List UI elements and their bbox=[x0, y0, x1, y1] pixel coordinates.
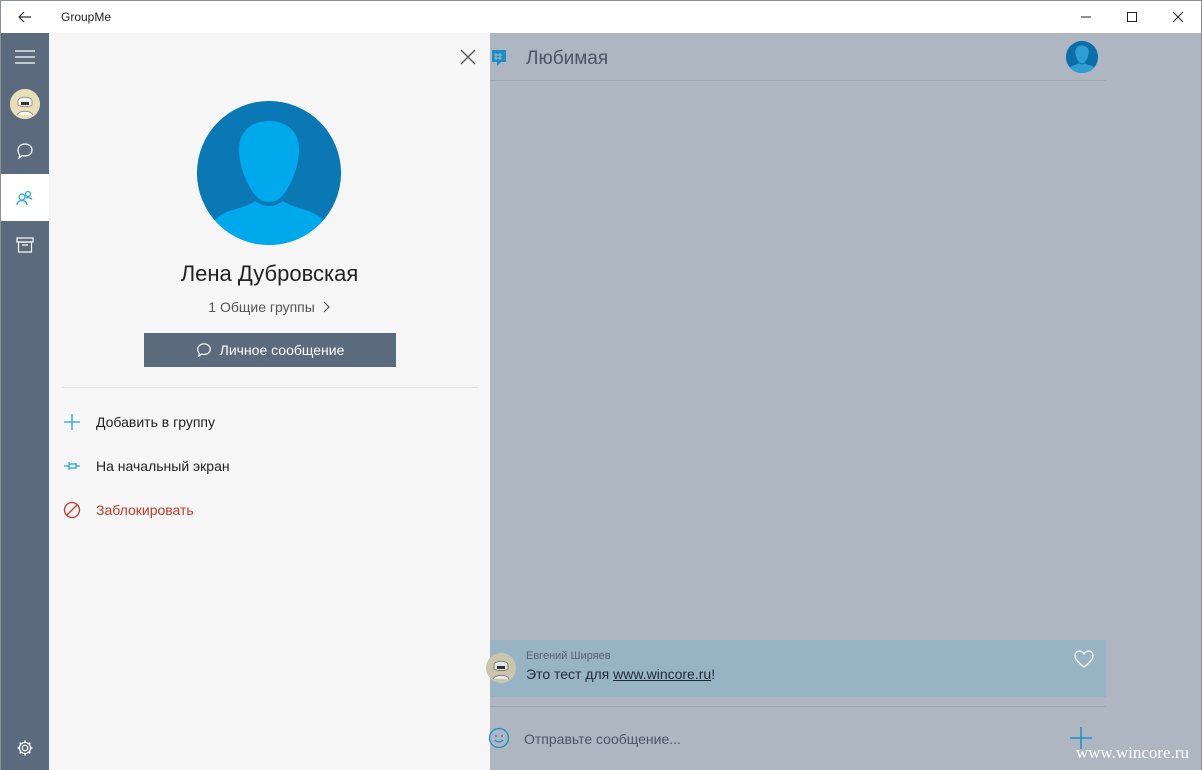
minimize-button[interactable] bbox=[1063, 1, 1109, 33]
menu-button[interactable] bbox=[1, 33, 49, 80]
back-arrow-icon bbox=[18, 11, 31, 23]
block-user-action[interactable]: Заблокировать bbox=[62, 498, 194, 522]
heart-icon bbox=[1074, 650, 1094, 668]
hamburger-icon bbox=[15, 49, 35, 64]
close-icon bbox=[1173, 12, 1183, 22]
chat-avatar[interactable] bbox=[1066, 41, 1098, 73]
direct-message-button[interactable]: Личное сообщение bbox=[144, 333, 396, 367]
common-groups-label: 1 Общие группы bbox=[208, 299, 315, 315]
emoji-icon bbox=[488, 727, 510, 749]
profile-avatar bbox=[197, 101, 341, 245]
avatar bbox=[486, 648, 516, 688]
profile-panel: Лена Дубровская 1 Общие группы Личное со… bbox=[49, 33, 490, 770]
archive-button[interactable] bbox=[1, 221, 49, 268]
contacts-button[interactable] bbox=[1, 174, 49, 221]
message-input[interactable]: Отправьте сообщение... bbox=[524, 731, 681, 747]
pin-to-start-label: На начальный экран bbox=[96, 458, 230, 474]
pin-to-start-action[interactable]: На начальный экран bbox=[62, 454, 230, 478]
chevron-right-icon bbox=[323, 301, 330, 313]
title-bar: GroupMe bbox=[1, 1, 1201, 33]
group-chat-icon bbox=[492, 50, 506, 66]
message-text: Это тест для www.wincore.ru! bbox=[526, 666, 715, 682]
direct-message-label: Личное сообщение bbox=[219, 342, 345, 358]
contacts-icon bbox=[16, 190, 33, 205]
plus-icon bbox=[62, 412, 82, 432]
maximize-icon bbox=[1127, 12, 1137, 22]
nav-rail bbox=[1, 33, 49, 770]
close-panel-button[interactable] bbox=[456, 45, 480, 69]
message-text-prefix: Это тест для bbox=[526, 666, 614, 682]
message-author: Евгений Ширяев bbox=[526, 650, 611, 662]
maximize-button[interactable] bbox=[1109, 1, 1155, 33]
divider bbox=[490, 706, 1106, 707]
archive-icon bbox=[16, 236, 34, 253]
profile-name: Лена Дубровская bbox=[180, 261, 359, 286]
chat-bubble-icon bbox=[17, 142, 33, 159]
message-text-suffix: ! bbox=[711, 666, 716, 682]
window-controls bbox=[1063, 1, 1201, 33]
gear-icon bbox=[17, 740, 33, 755]
emoji-button[interactable] bbox=[488, 727, 510, 754]
add-to-group-label: Добавить в группу bbox=[96, 414, 215, 430]
block-icon bbox=[62, 500, 82, 520]
close-icon bbox=[460, 49, 476, 65]
back-button[interactable] bbox=[1, 1, 49, 33]
chat-bubble-icon bbox=[196, 343, 211, 358]
message-item[interactable]: Евгений Ширяев Это тест для www.wincore.… bbox=[486, 640, 1106, 697]
message-link[interactable]: www.wincore.ru bbox=[613, 666, 711, 682]
chats-button[interactable] bbox=[1, 127, 49, 174]
chat-title: Любимая bbox=[526, 48, 609, 69]
chat-area: Любимая Евгений Ширяев Это тест для www.… bbox=[486, 33, 1201, 770]
chat-header: Любимая bbox=[490, 33, 1106, 81]
avatar bbox=[10, 88, 40, 119]
my-profile-button[interactable] bbox=[1, 80, 49, 127]
add-to-group-action[interactable]: Добавить в группу bbox=[62, 410, 215, 434]
watermark: www.wincore.ru bbox=[1075, 743, 1189, 762]
window-title: GroupMe bbox=[61, 10, 112, 24]
close-window-button[interactable] bbox=[1155, 1, 1201, 33]
like-button[interactable] bbox=[1074, 650, 1094, 673]
pin-icon bbox=[62, 456, 82, 476]
settings-button[interactable] bbox=[1, 724, 49, 770]
divider bbox=[62, 387, 478, 388]
app-window: GroupMe Лена Дубровская 1 Общие группы Л… bbox=[0, 0, 1202, 770]
block-user-label: Заблокировать bbox=[96, 502, 194, 518]
common-groups-link[interactable]: 1 Общие группы bbox=[49, 299, 490, 315]
minimize-icon bbox=[1081, 16, 1091, 18]
